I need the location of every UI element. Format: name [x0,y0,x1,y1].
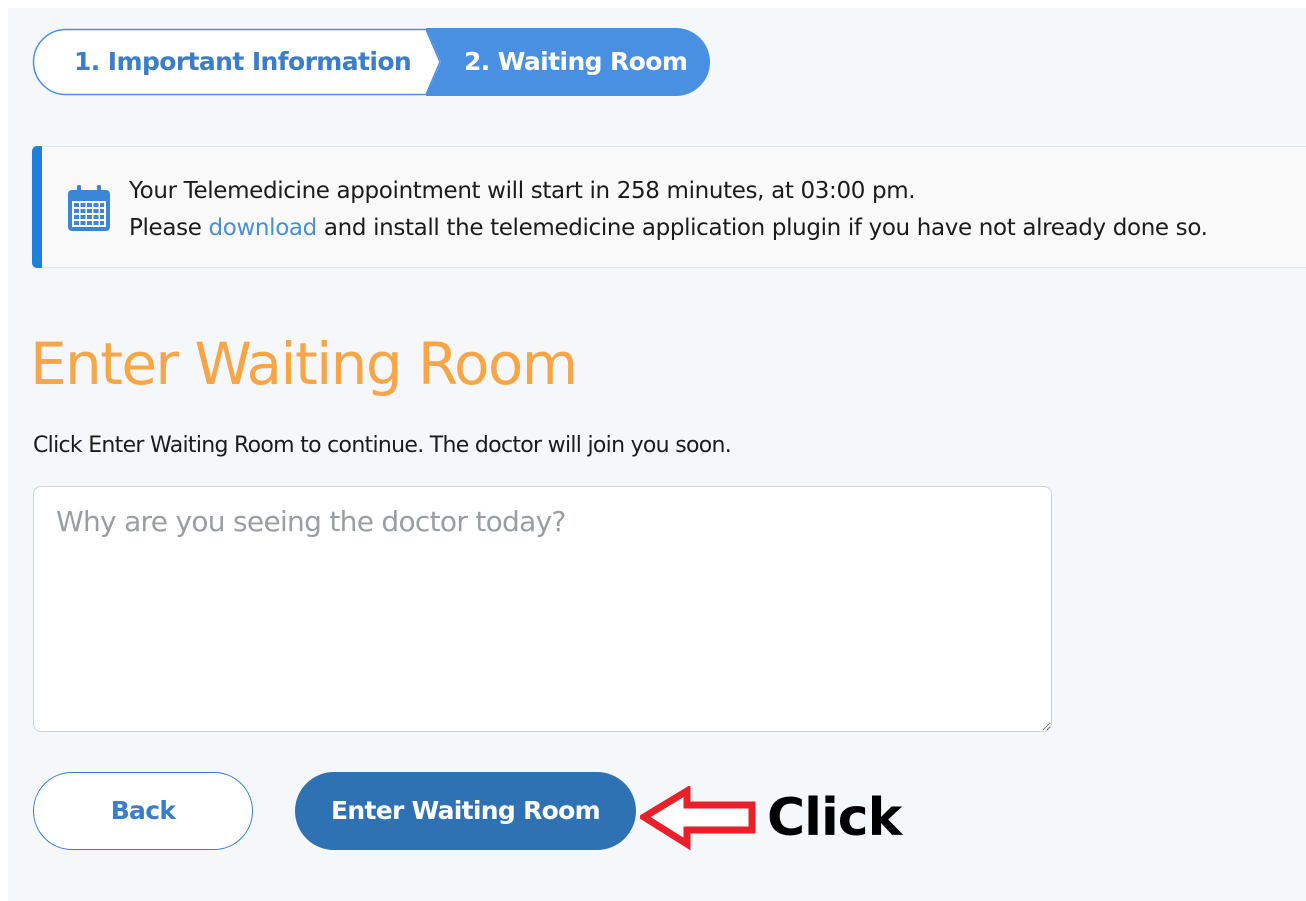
appointment-info-banner: Your Telemedicine appointment will start… [32,146,1306,268]
calendar-icon [68,185,110,231]
click-annotation-label: Click [767,788,902,848]
visit-reason-textarea[interactable] [33,486,1052,732]
banner-line-2-suffix: and install the telemedicine application… [316,215,1208,241]
banner-message: Your Telemedicine appointment will start… [129,173,1208,247]
download-link[interactable]: download [209,215,318,241]
banner-line-1: Your Telemedicine appointment will start… [129,178,916,204]
back-button[interactable]: Back [33,772,253,850]
banner-accent-bar [32,146,42,268]
enter-waiting-room-button[interactable]: Enter Waiting Room [295,772,636,850]
page-title: Enter Waiting Room [30,330,578,398]
arrow-left-icon [640,786,756,851]
progress-stepper: 1. Important Information 2. Waiting Room [32,28,710,96]
instruction-text: Click Enter Waiting Room to continue. Th… [33,433,732,458]
banner-line-2: Please download and install the telemedi… [129,210,1208,247]
step-important-information[interactable]: 1. Important Information [74,28,412,96]
step-waiting-room: 2. Waiting Room [464,47,688,76]
banner-line-2-prefix: Please [129,215,209,241]
